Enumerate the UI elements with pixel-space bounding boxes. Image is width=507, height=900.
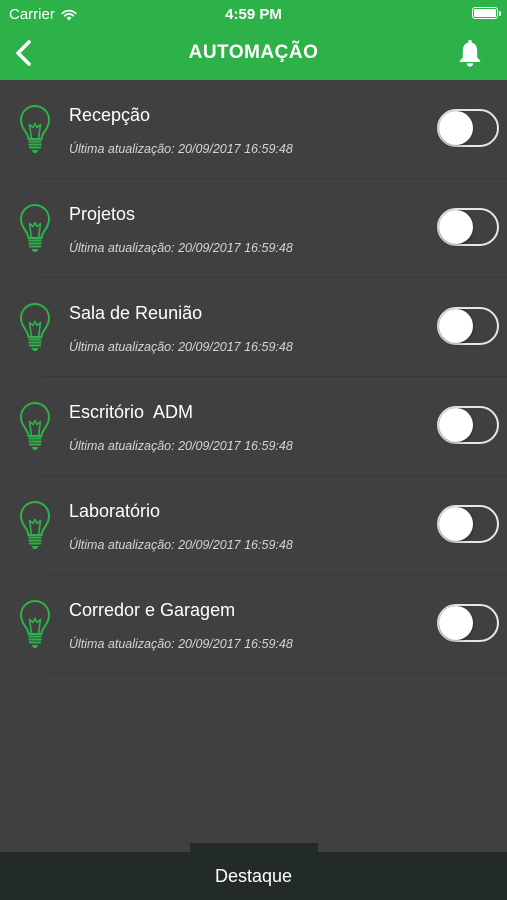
lightbulb-icon: [16, 202, 54, 254]
lightbulb-icon: [16, 499, 54, 551]
battery-icon: [472, 7, 501, 19]
page-title: AUTOMAÇÃO: [188, 42, 319, 63]
device-list: Recepção Última atualização: 20/09/2017 1…: [0, 80, 507, 674]
toggle-knob: [439, 210, 473, 244]
device-toggle[interactable]: [437, 604, 499, 642]
device-toggle[interactable]: [437, 208, 499, 246]
device-name: Laboratório: [69, 501, 161, 521]
toggle-knob: [439, 606, 473, 640]
device-name: Corredor e Garagem: [69, 600, 236, 620]
device-toggle[interactable]: [437, 307, 499, 345]
device-name: Escritório ADM: [69, 402, 194, 422]
last-updated: Última atualização: 20/09/2017 16:59:48: [69, 340, 293, 354]
toggle-knob: [439, 507, 473, 541]
tab-active-indicator: [190, 843, 318, 852]
tab-destaque[interactable]: Destaque: [0, 866, 507, 887]
last-updated: Última atualização: 20/09/2017 16:59:48: [69, 142, 293, 156]
nav-bar: AUTOMAÇÃO: [0, 28, 507, 80]
device-name: Projetos: [69, 204, 136, 224]
device-name: Recepção: [69, 105, 151, 125]
last-updated: Última atualização: 20/09/2017 16:59:48: [69, 241, 293, 255]
device-name: Sala de Reunião: [69, 303, 203, 323]
list-item: Laboratório Última atualização: 20/09/201…: [0, 476, 507, 575]
lightbulb-icon: [16, 400, 54, 452]
toggle-knob: [439, 309, 473, 343]
list-item: Projetos Última atualização: 20/09/2017 1…: [0, 179, 507, 278]
lightbulb-icon: [16, 301, 54, 353]
lightbulb-icon: [16, 103, 54, 155]
toggle-knob: [439, 408, 473, 442]
bell-icon[interactable]: [455, 38, 485, 68]
row-divider: [42, 673, 507, 674]
toggle-knob: [439, 111, 473, 145]
last-updated: Última atualização: 20/09/2017 16:59:48: [69, 637, 293, 651]
list-item: Escritório ADM Última atualização: 20/09/…: [0, 377, 507, 476]
last-updated: Última atualização: 20/09/2017 16:59:48: [69, 439, 293, 453]
tab-bar: Destaque: [0, 843, 507, 900]
list-item: Sala de Reunião Última atualização: 20/09…: [0, 278, 507, 377]
status-time: 4:59 PM: [225, 6, 282, 23]
device-toggle[interactable]: [437, 505, 499, 543]
last-updated: Última atualização: 20/09/2017 16:59:48: [69, 538, 293, 552]
device-toggle[interactable]: [437, 406, 499, 444]
device-toggle[interactable]: [437, 109, 499, 147]
lightbulb-icon: [16, 598, 54, 650]
list-item: Recepção Última atualização: 20/09/2017 1…: [0, 80, 507, 179]
list-item: Corredor e Garagem Última atualização: 20…: [0, 575, 507, 674]
status-bar: Carrier 4:59 PM: [0, 0, 507, 28]
